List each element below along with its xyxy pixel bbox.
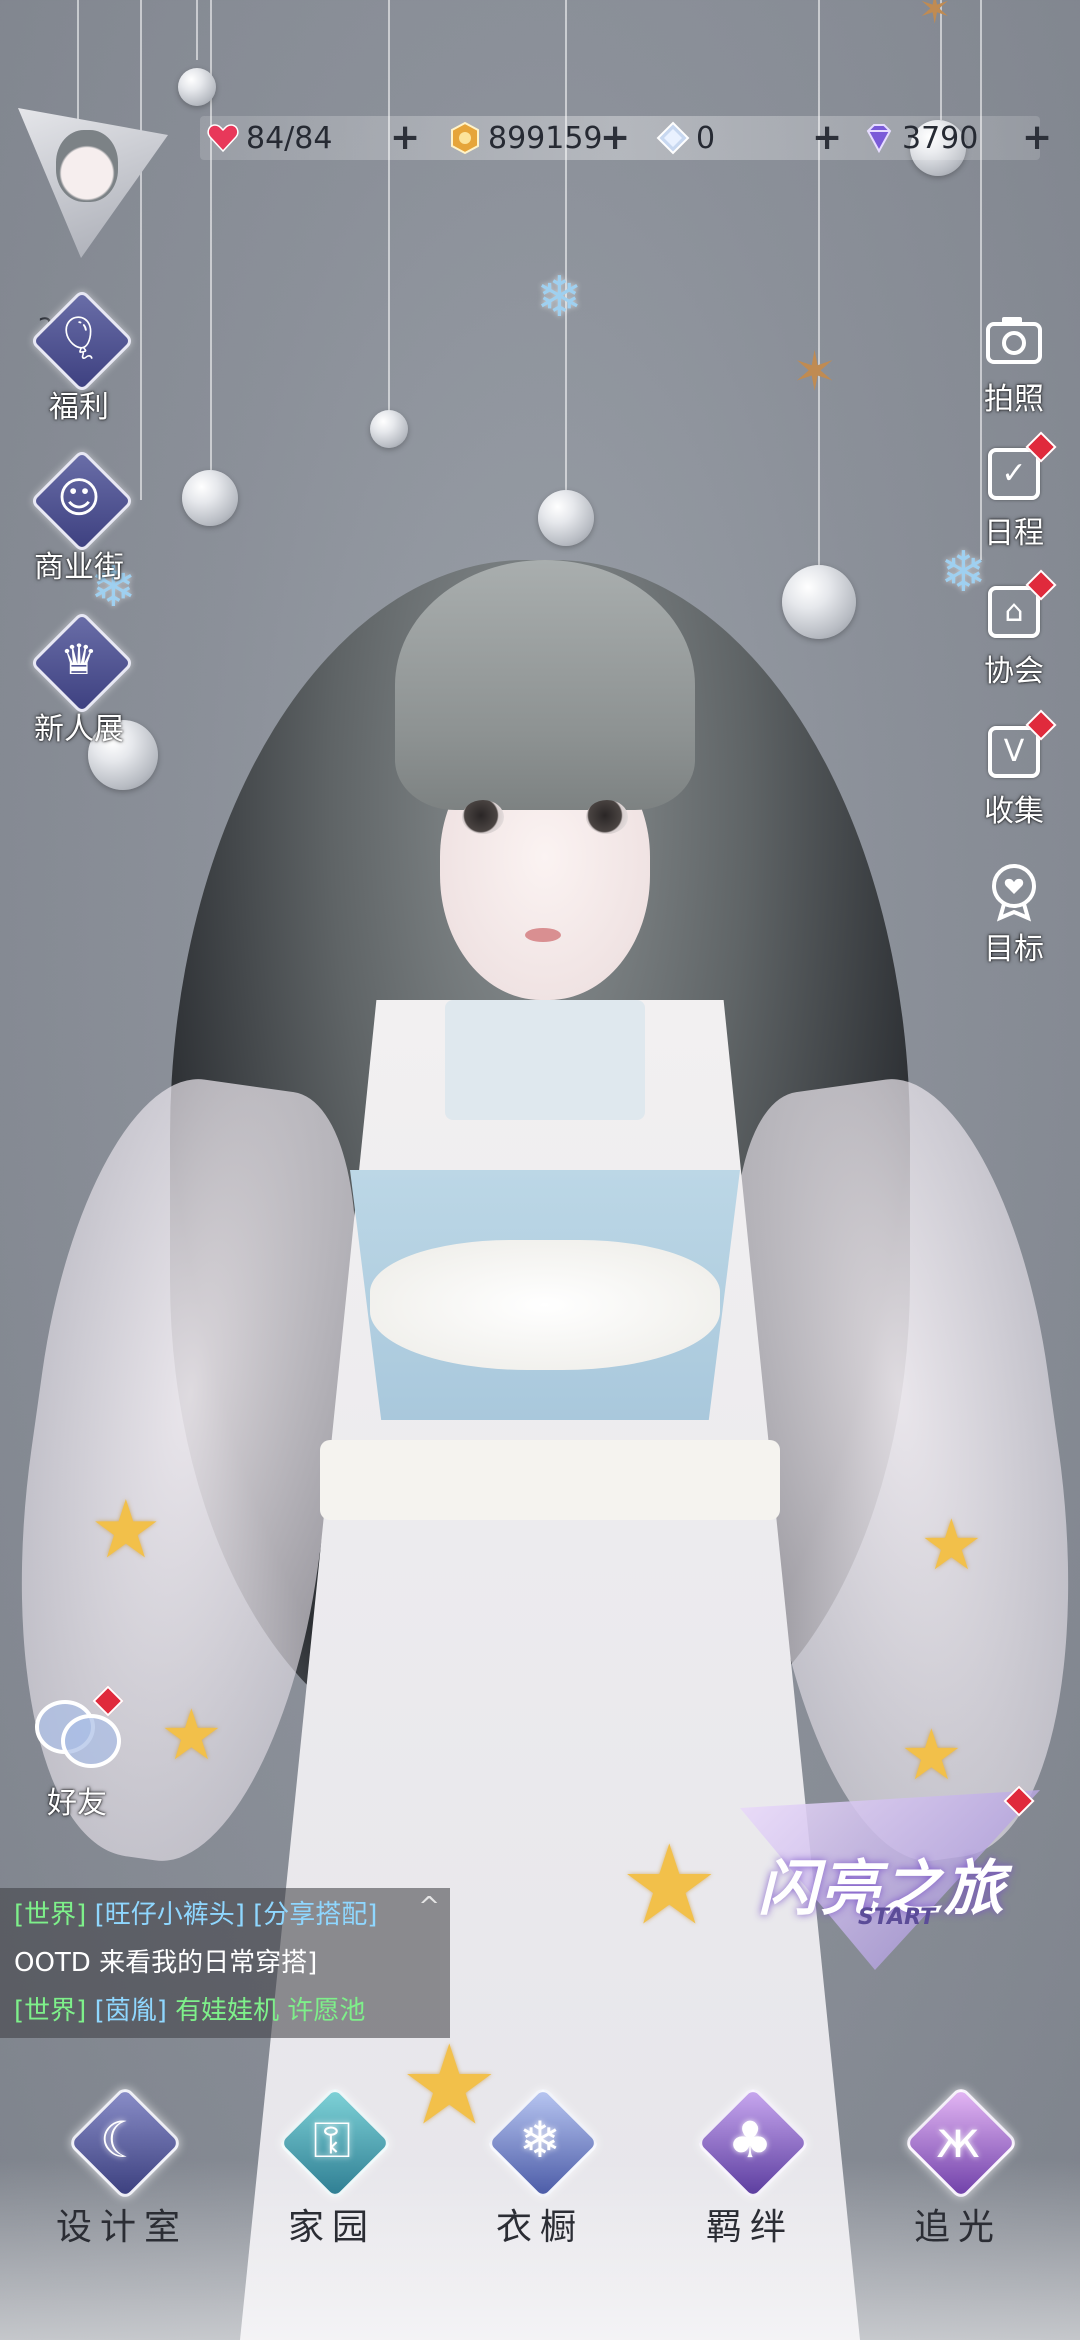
- nav-home-label: 家园: [287, 2207, 376, 2248]
- nav-wardrobe-label: 衣橱: [495, 2207, 584, 2248]
- character-right-eye: [586, 800, 628, 834]
- butterfly-icon: ж: [935, 2111, 981, 2169]
- friends-button[interactable]: 好友: [22, 1685, 132, 1822]
- chat-message: [世界] [旺仔小裤头] [分享搭配]: [14, 1894, 377, 1931]
- stamina-heart-icon: [207, 124, 239, 153]
- stamina-display: 84/84: [206, 116, 332, 160]
- diamond-icon: [866, 124, 892, 154]
- avatar-portrait: [56, 130, 118, 202]
- star-ornament: ✶: [792, 340, 838, 403]
- snowflake-crystal-icon: ❄: [519, 2111, 561, 2169]
- chat-message: [世界] [茵胤] 有娃娃机 许愿池: [14, 1990, 365, 2027]
- menu-guild-label: 协会: [984, 654, 1044, 689]
- nav-chase-light-label: 追光: [913, 2207, 1002, 2248]
- character-waist: [320, 1440, 780, 1520]
- camera-icon: [986, 317, 1042, 364]
- crown-icon: ♛: [60, 635, 98, 684]
- pearl-ornament: [782, 565, 856, 639]
- pearl-ornament: [182, 470, 238, 526]
- nav-bonds-label: 羁绊: [705, 2207, 794, 2248]
- starfish-ornament: ★: [90, 1483, 162, 1576]
- character-left-eye: [462, 800, 504, 834]
- crystal-display: 0: [656, 116, 715, 160]
- journey-start-label: START: [858, 1905, 936, 1930]
- menu-welfare[interactable]: 🎈︎ 福利: [14, 288, 144, 426]
- collection-icon: V: [988, 726, 1040, 778]
- key-icon: ⚿: [312, 2111, 352, 2169]
- character-collar: [445, 1000, 645, 1120]
- diamond-value: 3790: [902, 120, 979, 156]
- add-crystal-button[interactable]: +: [812, 116, 842, 160]
- gold-value: 899159: [488, 120, 603, 156]
- crystal-icon: [656, 121, 690, 155]
- nav-bonds[interactable]: ♣ 羁绊: [670, 2080, 830, 2250]
- nav-home[interactable]: ⚿ 家园: [252, 2080, 412, 2250]
- chat-text: OOTD 来看我的日常穿搭]: [14, 1948, 318, 1978]
- gold-coin-icon: [451, 121, 479, 155]
- nav-chase-light[interactable]: ж 追光: [878, 2080, 1038, 2250]
- diamond-display: 3790: [862, 116, 978, 160]
- moon-compass-icon: ☾: [99, 2111, 145, 2169]
- chat-username[interactable]: [旺仔小裤头]: [95, 1900, 245, 1930]
- chat-share-outfit-link[interactable]: [分享搭配]: [253, 1900, 377, 1930]
- menu-guild[interactable]: ⌂ 协会: [964, 569, 1064, 690]
- pearl-ornament: [178, 68, 216, 106]
- chat-message: OOTD 来看我的日常穿搭]: [14, 1942, 317, 1979]
- menu-goals-label: 目标: [984, 932, 1044, 967]
- character-bangs: [395, 560, 695, 810]
- chevron-up-icon[interactable]: ^: [418, 1892, 440, 1922]
- starfish-ornament: ★: [900, 1714, 963, 1796]
- clover-icon: ♣: [727, 2111, 773, 2169]
- friends-icon: [31, 1685, 124, 1782]
- character-lips: [525, 928, 561, 942]
- menu-collection-label: 收集: [984, 794, 1044, 829]
- menu-goals[interactable]: 目标: [964, 858, 1064, 968]
- pearl-ornament: [538, 490, 594, 546]
- chat-channel: [世界]: [14, 1900, 87, 1930]
- star-ornament: ✶: [918, 0, 952, 33]
- nav-design-studio-label: 设计室: [55, 2207, 188, 2248]
- balloon-icon: 🎈︎: [52, 313, 106, 362]
- friends-label: 好友: [47, 1786, 107, 1821]
- player-avatar[interactable]: 25: [18, 108, 168, 341]
- snowflake-ornament: ❄: [536, 265, 583, 330]
- menu-shopping-street[interactable]: ☺ 商业街: [14, 448, 144, 586]
- nav-wardrobe[interactable]: ❄ 衣橱: [460, 2080, 620, 2250]
- calendar-check-icon: ✓: [988, 448, 1040, 500]
- shopping-bag-icon: ☺: [57, 473, 101, 522]
- starfish-ornament: ★: [920, 1504, 983, 1586]
- nav-design-studio[interactable]: ☾ 设计室: [42, 2080, 202, 2250]
- character-bow: [370, 1240, 720, 1370]
- menu-schedule[interactable]: ✓ 日程: [964, 431, 1064, 552]
- starfish-ornament: ★: [620, 1821, 719, 1949]
- add-stamina-button[interactable]: +: [390, 116, 420, 160]
- chat-channel: [世界]: [14, 1996, 87, 2026]
- menu-photo-label: 拍照: [984, 382, 1044, 417]
- crystal-value: 0: [696, 120, 716, 156]
- add-gold-button[interactable]: +: [600, 116, 630, 160]
- world-chat-panel[interactable]: ^ [世界] [旺仔小裤头] [分享搭配] OOTD 来看我的日常穿搭] [世界…: [0, 1888, 450, 2038]
- menu-photo[interactable]: 拍照: [964, 308, 1064, 418]
- notification-badge: [92, 1685, 124, 1717]
- menu-schedule-label: 日程: [984, 516, 1044, 551]
- goal-medal-icon: [992, 864, 1036, 922]
- add-diamond-button[interactable]: +: [1022, 116, 1052, 160]
- starfish-ornament: ★: [160, 1694, 223, 1776]
- chat-text: 有娃娃机 许愿池: [175, 1996, 366, 2026]
- chat-username[interactable]: [茵胤]: [95, 1996, 167, 2026]
- pearl-ornament: [370, 410, 408, 448]
- gold-display: 899159: [448, 116, 603, 160]
- menu-newcomer-exhibition[interactable]: ♛ 新人展: [14, 610, 144, 748]
- guild-hall-icon: ⌂: [988, 586, 1040, 638]
- menu-collection[interactable]: V 收集: [964, 709, 1064, 830]
- start-journey-button[interactable]: 闪亮之旅 START: [740, 1785, 1040, 2030]
- stamina-value: 84/84: [246, 120, 333, 156]
